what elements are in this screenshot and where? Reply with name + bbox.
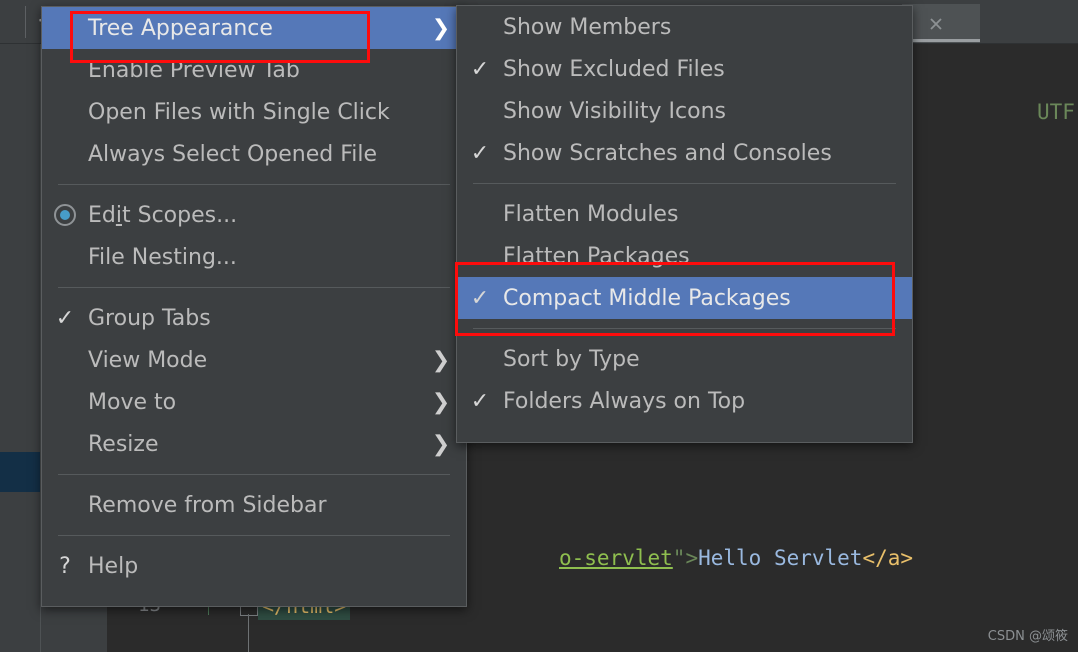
menu-item-label: Group Tabs [88, 305, 211, 331]
menu-item-tree-appearance[interactable]: Tree Appearance ❯ [42, 7, 466, 49]
menu-item-remove-from-sidebar[interactable]: Remove from Sidebar [42, 484, 466, 526]
editor-tab-underline [902, 39, 980, 42]
menu-item-label: Sort by Type [503, 346, 640, 372]
code-fold-line [248, 614, 249, 652]
menu-item-show-scratches-and-consoles[interactable]: ✓ Show Scratches and Consoles [457, 132, 912, 174]
watermark: CSDN @颂筱 [987, 629, 1068, 644]
menu-item-view-mode[interactable]: View Mode ❯ [42, 339, 466, 381]
code-text-hello-servlet: Hello Servlet [698, 546, 863, 570]
chevron-right-icon: ❯ [431, 431, 451, 457]
menu-item-label: Tree Appearance [88, 15, 273, 41]
menu-separator [58, 287, 450, 288]
selected-tree-row[interactable] [0, 452, 40, 492]
menu-item-label: Compact Middle Packages [503, 285, 791, 311]
check-icon: ✓ [470, 388, 490, 414]
menu-item-flatten-packages[interactable]: Flatten Packages [457, 235, 912, 277]
menu-item-label: Show Excluded Files [503, 56, 725, 82]
menu-item-label: File Nesting... [88, 244, 237, 270]
ide-screenshot: UTF-8" page o-servlet">Hello Servlet</a>… [0, 0, 1078, 652]
help-icon: ? [59, 553, 71, 579]
menu-item-always-select-opened-file[interactable]: Always Select Opened File [42, 133, 466, 175]
menu-item-open-files-with-single-click[interactable]: Open Files with Single Click [42, 91, 466, 133]
chevron-right-icon: ❯ [431, 15, 451, 41]
menu-separator [473, 183, 896, 184]
menu-item-flatten-modules[interactable]: Flatten Modules [457, 193, 912, 235]
menu-item-folders-always-on-top[interactable]: ✓ Folders Always on Top [457, 380, 912, 422]
code-string-encoding: UTF-8" page [1037, 100, 1078, 124]
menu-item-show-visibility-icons[interactable]: Show Visibility Icons [457, 90, 912, 132]
menu-item-sort-by-type[interactable]: Sort by Type [457, 338, 912, 380]
menu-item-label: Help [88, 553, 139, 579]
menu-item-label: Move to [88, 389, 177, 415]
menu-item-move-to[interactable]: Move to ❯ [42, 381, 466, 423]
code-link-href: o-servlet [559, 546, 673, 570]
menu-item-label: Enable Preview Tab [88, 57, 300, 83]
menu-item-edit-scopes[interactable]: Edit Scopes... [42, 194, 466, 236]
menu-item-label: Show Scratches and Consoles [503, 140, 832, 166]
chevron-right-icon: ❯ [431, 389, 451, 415]
menu-item-label: Remove from Sidebar [88, 492, 327, 518]
code-line-top: UTF-8" page [1037, 100, 1078, 124]
chevron-right-icon: ❯ [431, 347, 451, 373]
toolbar-divider [25, 6, 26, 38]
menu-item-group-tabs[interactable]: ✓ Group Tabs [42, 297, 466, 339]
menu-item-help[interactable]: ? Help [42, 545, 466, 587]
menu-item-label: Show Members [503, 14, 672, 40]
code-line-anchor: o-servlet">Hello Servlet</a> [559, 546, 913, 570]
code-quote: "> [672, 546, 699, 570]
menu-separator [58, 184, 450, 185]
check-icon: ✓ [470, 285, 490, 311]
menu-item-label: Always Select Opened File [88, 141, 378, 167]
menu-item-show-members[interactable]: Show Members [457, 6, 912, 48]
check-icon: ✓ [470, 140, 490, 166]
menu-item-label: Flatten Modules [503, 201, 679, 227]
menu-item-label: Flatten Packages [503, 243, 690, 269]
menu-item-label: Show Visibility Icons [503, 98, 726, 124]
tree-appearance-context-menu[interactable]: Tree Appearance ❯ Enable Preview Tab Open F… [41, 6, 467, 607]
menu-separator [473, 328, 896, 329]
menu-item-compact-middle-packages[interactable]: ✓ Compact Middle Packages [457, 277, 912, 319]
menu-item-label: Folders Always on Top [503, 388, 746, 414]
radio-icon [42, 204, 88, 226]
menu-item-resize[interactable]: Resize ❯ [42, 423, 466, 465]
menu-item-label: Edit Scopes... [88, 202, 238, 228]
code-close-anchor-tag: </a> [862, 546, 914, 570]
check-icon: ✓ [55, 305, 75, 331]
menu-separator [58, 474, 450, 475]
menu-item-label: Open Files with Single Click [88, 99, 390, 125]
menu-item-label: Resize [88, 431, 159, 457]
tree-appearance-submenu[interactable]: Show Members ✓ Show Excluded Files Show Vis… [456, 5, 913, 443]
menu-item-label: View Mode [88, 347, 208, 373]
menu-item-enable-preview-tab[interactable]: Enable Preview Tab [42, 49, 466, 91]
menu-item-file-nesting[interactable]: File Nesting... [42, 236, 466, 278]
menu-item-show-excluded-files[interactable]: ✓ Show Excluded Files [457, 48, 912, 90]
menu-separator [58, 535, 450, 536]
close-icon[interactable] [927, 15, 945, 33]
check-icon: ✓ [470, 56, 490, 82]
